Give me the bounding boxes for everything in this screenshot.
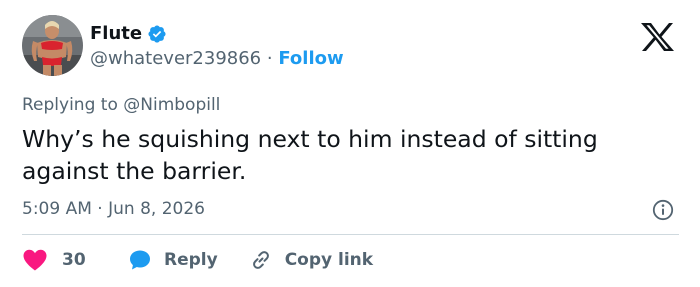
info-icon[interactable] [651,198,675,222]
timestamp-separator: · [97,199,103,219]
avatar-image [22,15,83,76]
reply-button[interactable]: Reply [128,248,218,272]
x-logo-icon[interactable] [637,22,677,52]
like-button[interactable]: 30 [22,248,92,272]
author-handle-line: @whatever239866 · Follow [90,48,344,70]
like-count: 30 [62,250,86,270]
tweet-timestamp[interactable]: 5:09 AM · Jun 8, 2026 [22,198,205,220]
link-icon [252,251,269,269]
author-name-row[interactable]: Flute [90,23,167,45]
reply-label: Reply [164,250,218,270]
handle-separator: · [266,48,273,69]
author-display-name[interactable]: Flute [90,23,142,45]
replying-to-mention[interactable]: @Nimbopill [123,95,220,115]
replying-to-line: Replying to @Nimbopill [22,94,220,116]
verified-badge-icon [148,25,166,43]
avatar[interactable] [22,15,83,76]
tweet-time[interactable]: 5:09 AM [22,199,92,219]
divider [22,234,679,235]
tweet-actions: 30 Reply Copy link [22,247,373,273]
replying-to-prefix: Replying to [22,95,118,115]
tweet-date[interactable]: Jun 8, 2026 [108,199,205,219]
heart-icon [23,249,47,271]
copy-link-label: Copy link [284,250,374,270]
copy-link-button[interactable]: Copy link [249,248,373,272]
author-handle[interactable]: @whatever239866 [90,48,261,69]
follow-button[interactable]: Follow [278,48,343,69]
tweet-text: Why’s he squishing next to him instead o… [22,125,598,185]
speech-bubble-icon [130,250,150,270]
